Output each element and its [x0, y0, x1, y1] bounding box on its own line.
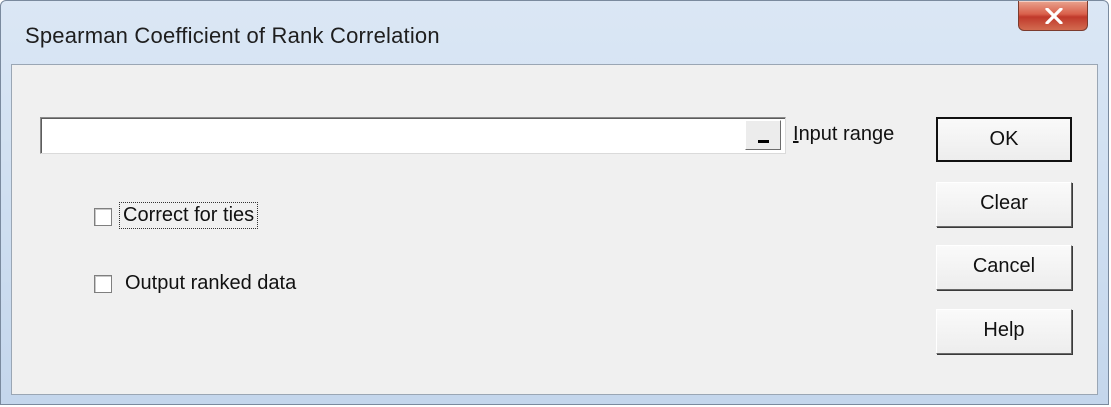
dialog-title: Spearman Coefficient of Rank Correlation [25, 23, 440, 48]
correct-for-ties-checkbox[interactable] [94, 208, 112, 226]
ok-button[interactable]: OK [936, 117, 1072, 162]
correct-for-ties-label[interactable]: Correct for ties [118, 202, 259, 229]
close-x-icon [1045, 8, 1063, 24]
close-button[interactable] [1018, 1, 1088, 31]
cancel-button[interactable]: Cancel [936, 245, 1072, 290]
dialog-body: Input range Correct for ties Output rank… [11, 64, 1098, 395]
clear-button[interactable]: Clear [936, 182, 1072, 227]
output-ranked-data-label[interactable]: Output ranked data [125, 272, 296, 295]
title-bar[interactable]: Spearman Coefficient of Rank Correlation [1, 1, 1108, 63]
collapse-dialog-icon [758, 140, 769, 143]
dialog-window: Spearman Coefficient of Rank Correlation… [0, 0, 1109, 405]
output-ranked-data-checkbox[interactable] [94, 275, 112, 293]
range-select-button[interactable] [745, 120, 781, 150]
input-range-field[interactable] [40, 117, 786, 154]
input-range-label: Input range [793, 123, 895, 145]
help-button[interactable]: Help [936, 309, 1072, 354]
